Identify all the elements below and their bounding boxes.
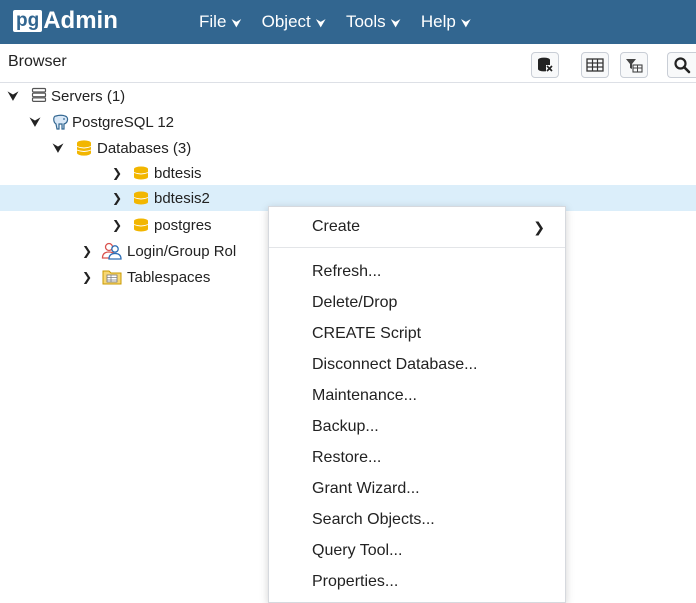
chevron-down-icon: ⮟ xyxy=(315,15,326,30)
tree-label-db1: bdtesis xyxy=(154,164,202,182)
menu-tools-label: Tools xyxy=(345,12,386,31)
search-icon xyxy=(674,57,691,74)
chevron-right-icon[interactable]: ❯ xyxy=(112,218,122,232)
menu-help-label: Help xyxy=(420,12,456,31)
tree-label-tablespaces: Tablespaces xyxy=(127,268,211,286)
context-menu: Create ❯ Refresh... Delete/Drop CREATE S… xyxy=(268,206,566,603)
context-menu-refresh[interactable]: Refresh... xyxy=(269,257,565,287)
context-menu-item-label: Delete/Drop xyxy=(312,294,398,311)
context-menu-item-label: Maintenance... xyxy=(312,387,417,404)
context-menu-divider xyxy=(269,247,565,248)
tree-node-databases[interactable]: ⮟ Databases (3) xyxy=(0,135,696,161)
context-menu-item-label: Restore... xyxy=(312,449,382,466)
tree-node-servers[interactable]: ⮟ Servers (1) xyxy=(0,83,696,109)
servers-icon xyxy=(31,87,47,102)
context-menu-backup[interactable]: Backup... xyxy=(269,412,565,442)
tree-node-db-bdtesis[interactable]: ❯ bdtesis xyxy=(0,160,696,186)
roles-icon xyxy=(101,242,122,260)
tree-label-db3: postgres xyxy=(154,216,212,234)
top-navbar: pg Admin File ⮟ Object ⮟ Tools ⮟ Help ⮟ xyxy=(0,0,696,44)
context-menu-create-script[interactable]: CREATE Script xyxy=(269,319,565,349)
context-menu-item-label: Disconnect Database... xyxy=(312,356,478,373)
tree-label-server: PostgreSQL 12 xyxy=(72,113,175,131)
folder-icon xyxy=(102,270,122,285)
query-tool-button[interactable] xyxy=(531,52,559,78)
context-menu-item-label: Refresh... xyxy=(312,263,382,280)
databases-icon xyxy=(76,140,92,156)
menu-tools[interactable]: Tools ⮟ xyxy=(346,12,401,32)
context-menu-disconnect-database[interactable]: Disconnect Database... xyxy=(269,350,565,380)
menu-help[interactable]: Help ⮟ xyxy=(421,12,471,32)
filtered-rows-button[interactable] xyxy=(620,52,648,78)
database-icon xyxy=(133,218,149,232)
tree-label-login-roles: Login/Group Rol xyxy=(127,242,237,260)
browser-header: Browser xyxy=(0,44,696,83)
filtered-rows-icon xyxy=(626,59,643,73)
context-menu-item-label: Properties... xyxy=(312,573,399,590)
context-menu-create[interactable]: Create ❯ xyxy=(269,212,565,242)
chevron-right-icon[interactable]: ❯ xyxy=(82,244,92,258)
context-menu-create-label: Create xyxy=(312,218,361,235)
tree-label-servers: Servers (1) xyxy=(51,87,126,105)
elephant-icon xyxy=(53,114,69,130)
chevron-right-icon: ❯ xyxy=(533,218,545,235)
context-menu-item-label: Query Tool... xyxy=(312,542,403,559)
query-tool-icon xyxy=(538,57,553,72)
chevron-down-icon: ⮟ xyxy=(231,15,242,30)
logo-prefix: pg xyxy=(13,10,43,32)
view-data-icon xyxy=(586,58,604,72)
database-icon xyxy=(133,191,149,205)
chevron-down-icon[interactable]: ⮟ xyxy=(53,141,63,156)
context-menu-search-objects[interactable]: Search Objects... xyxy=(269,505,565,535)
menu-file-label: File xyxy=(199,12,227,31)
chevron-right-icon[interactable]: ❯ xyxy=(82,270,92,284)
chevron-right-icon[interactable]: ❯ xyxy=(112,191,122,205)
chevron-down-icon[interactable]: ⮟ xyxy=(30,115,40,130)
view-data-button[interactable] xyxy=(581,52,609,78)
main-menu: File ⮟ Object ⮟ Tools ⮟ Help ⮟ xyxy=(199,0,491,44)
menu-file[interactable]: File ⮟ xyxy=(199,12,242,32)
tree-node-server[interactable]: ⮟ PostgreSQL 12 xyxy=(0,109,696,135)
context-menu-delete-drop[interactable]: Delete/Drop xyxy=(269,288,565,318)
chevron-down-icon[interactable]: ⮟ xyxy=(8,89,18,104)
context-menu-item-label: Search Objects... xyxy=(312,511,435,528)
menu-object-label: Object xyxy=(261,12,311,31)
context-menu-item-label: Grant Wizard... xyxy=(312,480,420,497)
database-icon xyxy=(133,166,149,180)
tree-label-db2: bdtesis2 xyxy=(154,189,210,207)
tree-label-databases: Databases (3) xyxy=(97,139,192,157)
chevron-down-icon: ⮟ xyxy=(460,15,472,30)
context-menu-maintenance[interactable]: Maintenance... xyxy=(269,381,565,411)
chevron-down-icon: ⮟ xyxy=(390,15,401,30)
context-menu-restore[interactable]: Restore... xyxy=(269,443,565,473)
logo-suffix: Admin xyxy=(43,7,118,34)
context-menu-properties[interactable]: Properties... xyxy=(269,567,565,597)
context-menu-grant-wizard[interactable]: Grant Wizard... xyxy=(269,474,565,504)
pgadmin-logo[interactable]: pg Admin xyxy=(13,8,118,34)
context-menu-query-tool[interactable]: Query Tool... xyxy=(269,536,565,566)
menu-object[interactable]: Object ⮟ xyxy=(262,12,326,32)
chevron-right-icon[interactable]: ❯ xyxy=(112,166,122,180)
context-menu-item-label: Backup... xyxy=(312,418,379,435)
context-menu-item-label: CREATE Script xyxy=(312,325,422,342)
browser-title: Browser xyxy=(8,53,67,70)
search-objects-button[interactable] xyxy=(667,52,696,78)
